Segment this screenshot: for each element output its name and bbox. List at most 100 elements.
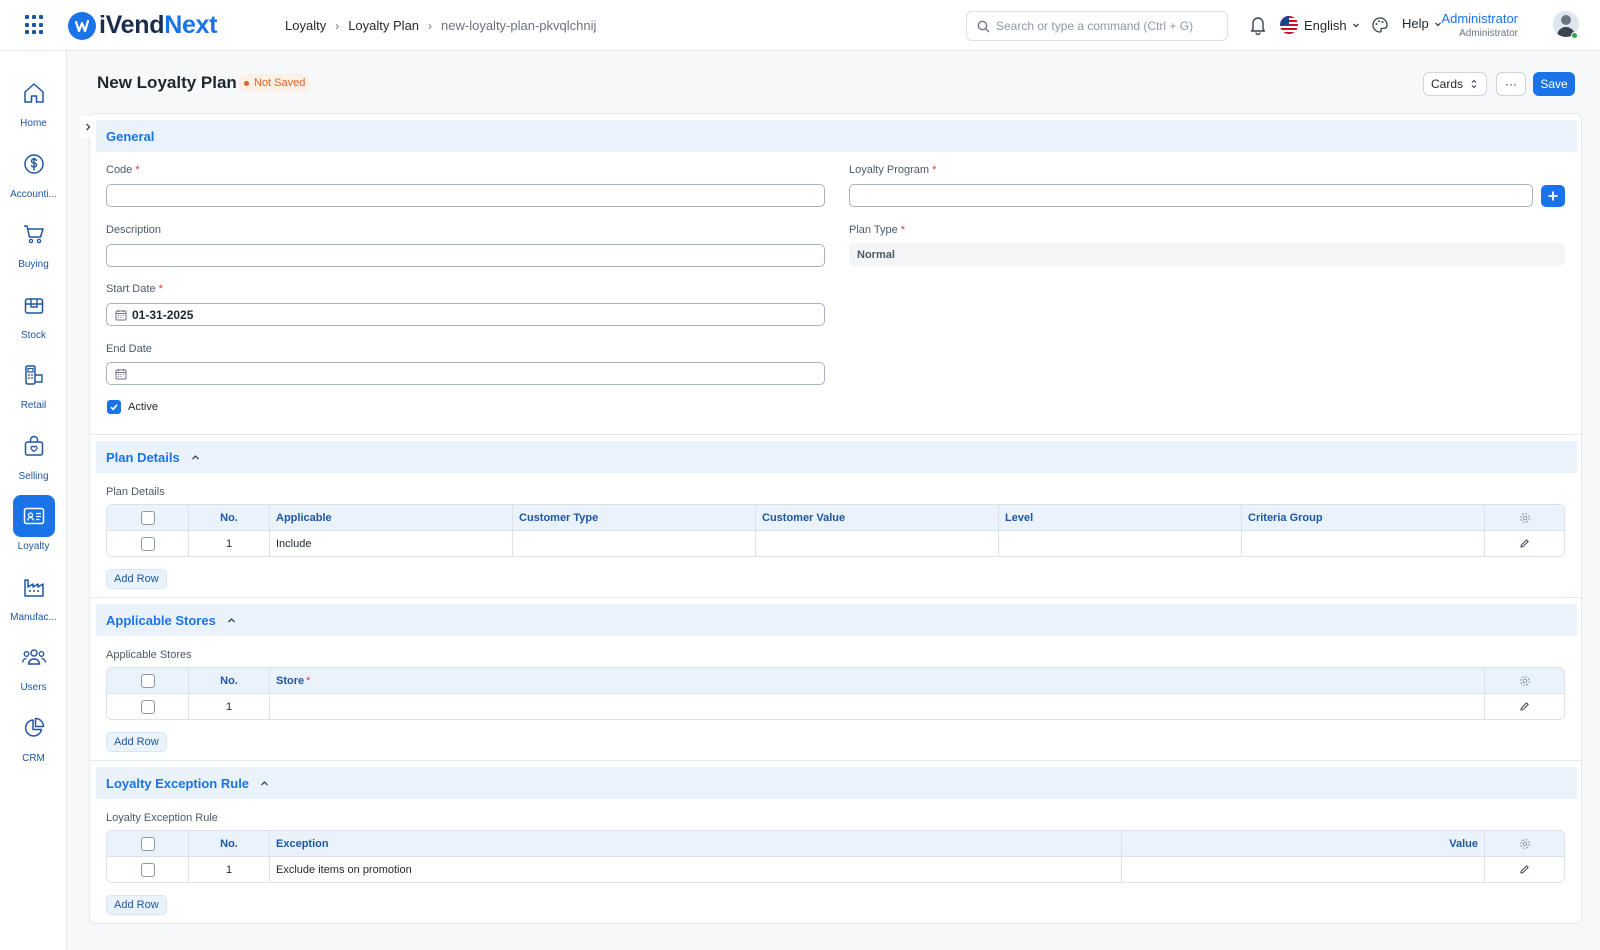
start-date-field[interactable]: 01-31-2025 xyxy=(106,303,825,326)
sidebar-item-selling[interactable]: Selling xyxy=(0,425,67,482)
sidebar-item-crm[interactable]: CRM xyxy=(0,707,67,764)
row-checkbox[interactable] xyxy=(140,699,155,714)
breadcrumb-separator-icon: › xyxy=(428,18,433,33)
breadcrumb: Loyalty › Loyalty Plan › new-loyalty-pla… xyxy=(285,18,596,33)
row-checkbox[interactable] xyxy=(140,862,155,877)
edit-pencil-icon[interactable] xyxy=(1519,701,1530,712)
breadcrumb-loyalty[interactable]: Loyalty xyxy=(285,18,326,33)
table-header-row: No. Applicable Customer Type Customer Va… xyxy=(107,505,1564,531)
settings-gear-icon[interactable] xyxy=(1519,838,1531,850)
user-menu[interactable]: Administrator Administrator xyxy=(1441,11,1518,39)
select-all-cell xyxy=(107,831,189,856)
sidebar-item-stock[interactable]: Stock xyxy=(0,284,67,341)
row-number: 1 xyxy=(189,531,270,556)
save-button[interactable]: Save xyxy=(1533,72,1575,96)
sidebar-item-manufacturing[interactable]: Manufac... xyxy=(0,566,67,623)
add-loyalty-program-button[interactable] xyxy=(1541,185,1565,207)
select-all-checkbox[interactable] xyxy=(140,836,155,851)
section-plan-details[interactable]: Plan Details xyxy=(96,441,1577,473)
settings-gear-icon[interactable] xyxy=(1519,675,1531,687)
column-header-level: Level xyxy=(999,505,1242,530)
factory-icon xyxy=(13,566,55,608)
column-header-no: No. xyxy=(189,668,270,693)
section-title: Applicable Stores xyxy=(106,612,216,628)
search-input[interactable] xyxy=(996,19,1216,33)
more-options-button[interactable]: ··· xyxy=(1496,72,1526,96)
code-label: Code * xyxy=(106,164,140,176)
plan-details-table: No. Applicable Customer Type Customer Va… xyxy=(106,504,1565,557)
description-field[interactable] xyxy=(106,244,825,267)
section-divider xyxy=(89,760,1582,761)
customer-value-cell[interactable] xyxy=(756,531,999,556)
view-selector-button[interactable]: Cards xyxy=(1423,72,1487,96)
app-logo[interactable]: iVendNext xyxy=(68,11,217,40)
section-title: Loyalty Exception Rule xyxy=(106,775,250,791)
pie-chart-icon xyxy=(13,707,55,749)
loyalty-program-field[interactable] xyxy=(849,184,1533,207)
breadcrumb-loyalty-plan[interactable]: Loyalty Plan xyxy=(348,18,419,33)
criteria-group-cell[interactable] xyxy=(1242,531,1485,556)
sidebar-item-accounting[interactable]: Accounti... xyxy=(0,143,67,200)
active-checkbox[interactable] xyxy=(107,400,121,414)
store-cell[interactable] xyxy=(270,694,1485,719)
select-all-checkbox[interactable] xyxy=(140,510,155,525)
edit-pencil-icon[interactable] xyxy=(1519,538,1530,549)
row-select-cell xyxy=(107,857,189,882)
section-divider xyxy=(89,434,1582,435)
settings-gear-icon[interactable] xyxy=(1519,512,1531,524)
notification-bell-icon[interactable] xyxy=(1249,15,1267,38)
plan-type-value: Normal xyxy=(857,248,895,261)
customer-type-cell[interactable] xyxy=(513,531,756,556)
checkmark-icon xyxy=(110,404,118,411)
view-selector-label: Cards xyxy=(1430,77,1463,91)
sidebar-item-buying[interactable]: Buying xyxy=(0,213,67,270)
plan-details-add-row-button[interactable]: Add Row xyxy=(106,569,167,589)
end-date-field[interactable] xyxy=(106,362,825,385)
logo-text: iVendNext xyxy=(99,11,217,40)
edit-pencil-icon[interactable] xyxy=(1519,864,1530,875)
code-field[interactable] xyxy=(106,184,825,207)
exception-cell[interactable]: Exclude items on promotion xyxy=(270,857,1122,882)
column-header-exception: Exception xyxy=(270,831,1122,856)
row-number: 1 xyxy=(189,694,270,719)
sidebar-item-loyalty[interactable]: Loyalty xyxy=(0,495,67,552)
row-checkbox[interactable] xyxy=(140,536,155,551)
sidebar-toggle-button[interactable] xyxy=(80,116,96,138)
start-date-value: 01-31-2025 xyxy=(132,307,194,322)
section-loyalty-exception-rule[interactable]: Loyalty Exception Rule xyxy=(96,767,1577,799)
applicable-stores-add-row-button[interactable]: Add Row xyxy=(106,732,167,752)
row-select-cell xyxy=(107,531,189,556)
help-menu[interactable]: Help xyxy=(1402,16,1443,31)
sort-arrows-icon xyxy=(1471,79,1477,89)
section-divider xyxy=(89,597,1582,598)
sidebar-item-retail[interactable]: Retail xyxy=(0,354,67,411)
table-row[interactable]: 1 xyxy=(107,694,1564,719)
table-row[interactable]: 1 Include xyxy=(107,531,1564,556)
loyalty-program-label: Loyalty Program * xyxy=(849,164,936,176)
level-cell[interactable] xyxy=(999,531,1242,556)
applicable-cell[interactable]: Include xyxy=(270,531,513,556)
exception-rule-add-row-button[interactable]: Add Row xyxy=(106,895,167,915)
column-header-value: Value xyxy=(1122,831,1485,856)
section-title: General xyxy=(106,128,155,144)
section-general[interactable]: General xyxy=(96,120,1577,152)
breadcrumb-current: new-loyalty-plan-pkvqlchnij xyxy=(441,18,597,33)
value-cell[interactable] xyxy=(1122,857,1485,882)
us-flag-icon xyxy=(1280,16,1298,34)
user-name: Administrator xyxy=(1441,11,1518,26)
select-all-cell xyxy=(107,668,189,693)
select-all-checkbox[interactable] xyxy=(140,673,155,688)
palette-icon[interactable] xyxy=(1371,16,1389,37)
required-marker: * xyxy=(900,224,906,236)
plan-type-label: Plan Type * xyxy=(849,224,905,236)
applicable-stores-table: No. Store * 1 xyxy=(106,667,1565,720)
sidebar-item-users[interactable]: Users xyxy=(0,636,67,693)
sidebar-item-home[interactable]: Home xyxy=(0,72,67,129)
apps-grid-icon[interactable] xyxy=(25,15,45,35)
search-box[interactable] xyxy=(966,11,1228,41)
language-selector[interactable]: English xyxy=(1280,16,1361,34)
plus-icon xyxy=(1548,191,1558,201)
sidebar-item-label: Buying xyxy=(18,259,49,270)
section-applicable-stores[interactable]: Applicable Stores xyxy=(96,604,1577,636)
table-row[interactable]: 1 Exclude items on promotion xyxy=(107,857,1564,882)
